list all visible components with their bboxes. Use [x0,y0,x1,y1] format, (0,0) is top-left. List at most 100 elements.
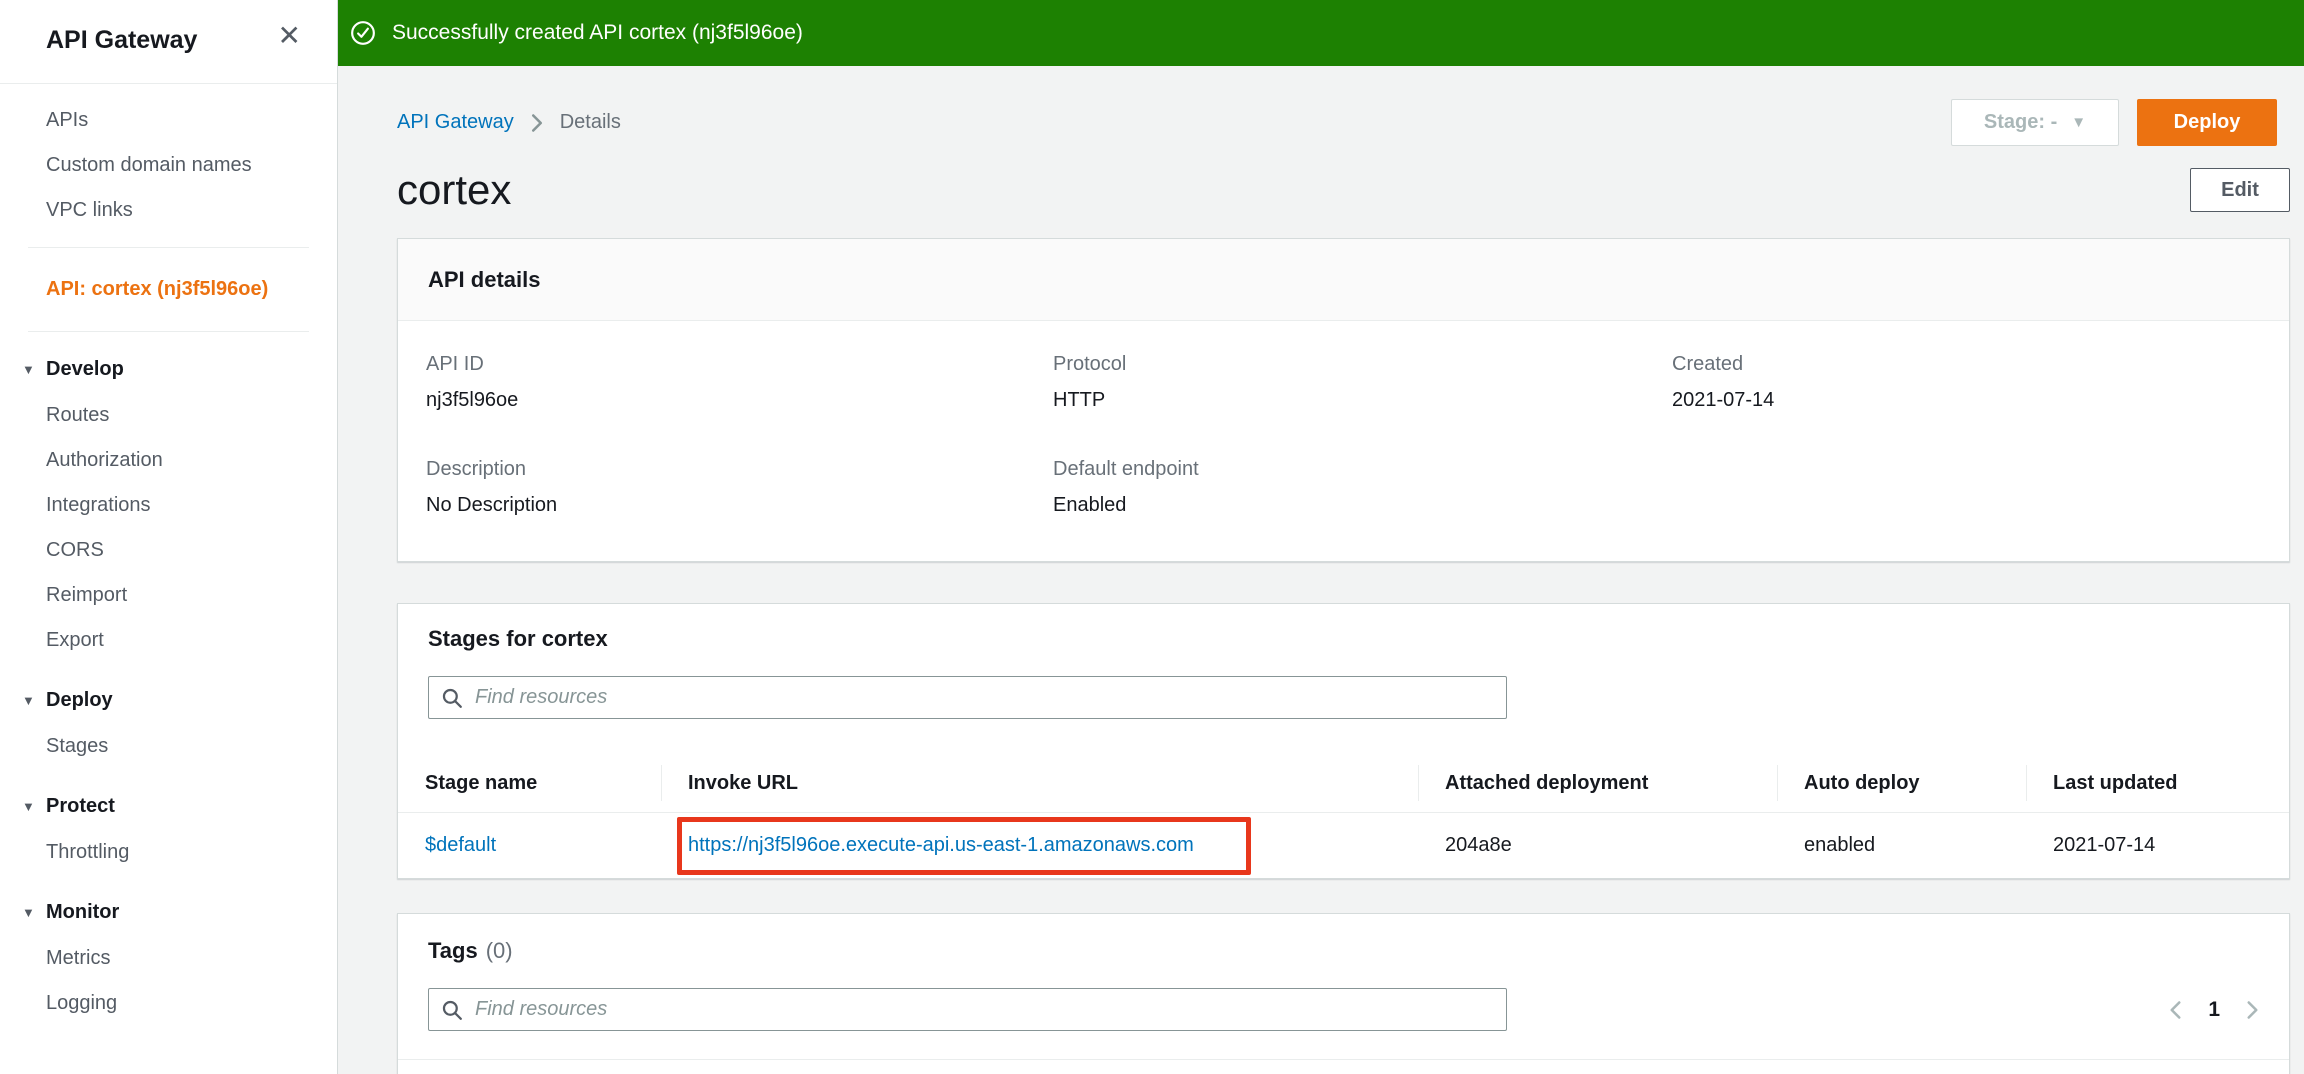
sidebar-item-logging[interactable]: Logging [0,981,337,1026]
chevron-down-icon: ▼ [22,905,35,920]
breadcrumb-current: Details [559,111,621,133]
sidebar-divider [28,247,309,248]
column-auto-deploy: Auto deploy [1777,754,2026,812]
field-value: No Description [426,494,558,516]
sidebar-section-protect[interactable]: ▼ Protect [0,783,337,830]
chevron-right-icon [530,113,544,133]
sidebar-section-develop[interactable]: ▼ Develop [0,346,337,393]
breadcrumb: API Gateway Details Stage: - ▼ Deploy [397,99,2290,146]
sidebar-divider [28,331,309,332]
stages-search-input[interactable] [475,686,1494,709]
api-details-title: API details [398,239,2289,321]
column-last-updated: Last updated [2026,754,2289,812]
content: API Gateway Details Stage: - ▼ Deploy co… [338,66,2304,1074]
api-details-card: API details API ID nj3f5l96oe Protocol H… [397,238,2290,562]
field-value: nj3f5l96oe [426,389,519,411]
invoke-url-link[interactable]: https://nj3f5l96oe.execute-api.us-east-1… [688,834,1194,856]
column-attached-deployment: Attached deployment [1418,754,1777,812]
table-row: $default https://nj3f5l96oe.execute-api.… [398,813,2289,878]
stages-search [428,676,1507,719]
field-default-endpoint: Default endpoint Enabled [1053,458,1672,517]
tags-table-divider [398,1059,2289,1060]
sidebar-item-export[interactable]: Export [0,618,337,663]
breadcrumb-api-gateway[interactable]: API Gateway [397,111,514,134]
main-area: Successfully created API cortex (nj3f5l9… [338,0,2304,1074]
tags-search-input[interactable] [475,998,1494,1021]
sidebar-section-deploy[interactable]: ▼ Deploy [0,677,337,724]
search-icon [442,1000,462,1020]
tags-count: (0) [485,938,513,963]
page-title: cortex [397,166,512,213]
field-value: HTTP [1053,389,1106,411]
field-api-id: API ID nj3f5l96oe [426,353,1053,412]
field-label: Protocol [1053,353,1127,375]
api-details-body: API ID nj3f5l96oe Protocol HTTP Created … [398,321,2289,561]
field-value: 2021-07-14 [1672,389,1775,411]
stages-table-header: Stage name Invoke URL Attached deploymen… [398,754,2289,813]
success-banner: Successfully created API cortex (nj3f5l9… [338,0,2304,66]
stages-table: Stage name Invoke URL Attached deploymen… [398,754,2289,878]
sidebar-item-integrations[interactable]: Integrations [0,483,337,528]
sidebar-item-throttling[interactable]: Throttling [0,830,337,875]
sidebar-item-vpc-links[interactable]: VPC links [0,188,337,233]
page-number[interactable]: 1 [2208,998,2220,1022]
field-value: Enabled [1053,494,1127,516]
sidebar-header: API Gateway ✕ [0,0,337,84]
stages-title: Stages for cortex [428,626,608,651]
header-actions: Stage: - ▼ Deploy [1951,99,2290,146]
sidebar-section-label: Develop [46,358,124,380]
field-label: Description [426,458,527,480]
sidebar-active-api[interactable]: API: cortex (nj3f5l96oe) [0,262,337,317]
stage-select-button[interactable]: Stage: - ▼ [1951,99,2119,146]
chevron-down-icon: ▼ [22,693,35,708]
tags-title-text: Tags [428,938,478,963]
chevron-down-icon: ▼ [22,799,35,814]
deploy-button[interactable]: Deploy [2137,99,2277,146]
column-stage-name: Stage name [425,771,538,794]
stage-name-link[interactable]: $default [425,834,496,856]
attached-deployment-value: 204a8e [1445,834,1512,856]
field-created: Created 2021-07-14 [1672,353,2259,412]
tags-card: Tags (0) 1 [397,913,2290,1074]
search-icon [442,688,462,708]
page-next-icon[interactable] [2246,1000,2259,1020]
chevron-down-icon: ▼ [2071,114,2087,131]
sidebar-item-reimport[interactable]: Reimport [0,573,337,618]
column-invoke-url: Invoke URL [661,754,1418,812]
field-label: Default endpoint [1053,458,1199,480]
tags-title: Tags (0) [398,938,2289,964]
pagination: 1 [2169,998,2289,1022]
last-updated-value: 2021-07-14 [2053,834,2156,856]
sidebar-item-routes[interactable]: Routes [0,393,337,438]
edit-button[interactable]: Edit [2190,168,2290,212]
sidebar-item-stages[interactable]: Stages [0,724,337,769]
page-previous-icon[interactable] [2169,1000,2182,1020]
api-gateway-console: API Gateway ✕ APIs Custom domain names V… [0,0,2304,1074]
close-icon[interactable]: ✕ [278,22,301,50]
sidebar: API Gateway ✕ APIs Custom domain names V… [0,0,338,1074]
chevron-down-icon: ▼ [22,362,35,377]
tags-row: 1 [398,964,2289,1031]
banner-message: Successfully created API cortex (nj3f5l9… [392,21,803,44]
sidebar-item-authorization[interactable]: Authorization [0,438,337,483]
sidebar-nav: APIs Custom domain names VPC links API: … [0,84,337,1026]
sidebar-section-monitor[interactable]: ▼ Monitor [0,889,337,936]
field-protocol: Protocol HTTP [1053,353,1672,412]
check-circle-icon [351,21,375,45]
sidebar-item-apis[interactable]: APIs [0,98,337,143]
title-row: cortex Edit [397,166,2290,214]
sidebar-section-label: Deploy [46,689,113,711]
sidebar-section-label: Monitor [46,901,120,923]
field-label: Created [1672,353,1744,375]
field-label: API ID [426,353,484,375]
sidebar-item-custom-domain-names[interactable]: Custom domain names [0,143,337,188]
stage-select-label: Stage: - [1983,111,2058,133]
sidebar-item-metrics[interactable]: Metrics [0,936,337,981]
stages-card: Stages for cortex Stage name Invoke URL … [397,603,2290,879]
auto-deploy-value: enabled [1804,834,1876,856]
sidebar-item-cors[interactable]: CORS [0,528,337,573]
sidebar-title: API Gateway [46,26,198,54]
tags-search [428,988,1507,1031]
field-description: Description No Description [426,458,1053,517]
sidebar-section-label: Protect [46,795,115,817]
